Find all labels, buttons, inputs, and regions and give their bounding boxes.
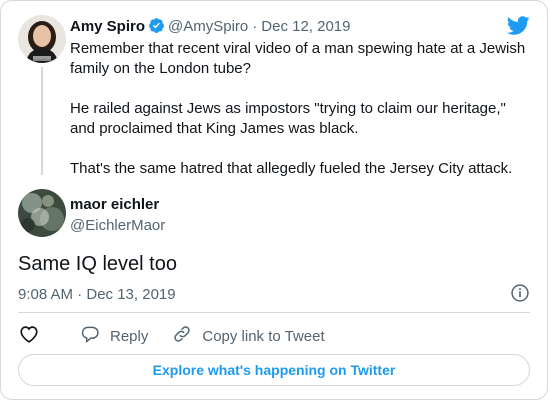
parent-tweet-text: Remember that recent viral video of a ma…	[70, 39, 530, 199]
tweet-date[interactable]: Dec 12, 2019	[261, 18, 350, 35]
embedded-tweet-card: Amy Spiro @AmySpiro · Dec 12, 2019 Remember…	[0, 0, 548, 400]
main-tweet-header: maor eichler @EichlerMaor	[70, 195, 165, 236]
verified-badge-icon	[148, 17, 165, 40]
heart-icon	[18, 323, 50, 349]
copy-link-button[interactable]: Copy link to Tweet	[172, 324, 325, 348]
info-icon[interactable]	[510, 283, 530, 308]
parent-tweet-header: Amy Spiro @AmySpiro · Dec 12, 2019	[70, 17, 351, 40]
author-name[interactable]: Amy Spiro	[70, 18, 145, 35]
reply-button[interactable]: Reply	[80, 324, 148, 348]
reply-label: Reply	[110, 327, 149, 345]
copy-link-label: Copy link to Tweet	[202, 327, 325, 345]
explore-button[interactable]: Explore what's happening on Twitter	[18, 354, 530, 386]
tweet-paragraph: Remember that recent viral video of a ma…	[70, 40, 526, 77]
reply-icon	[80, 324, 110, 348]
avatar[interactable]	[18, 15, 66, 63]
tweet-actions: Reply Copy link to Tweet	[18, 323, 349, 349]
link-icon	[172, 324, 202, 348]
avatar[interactable]	[18, 189, 66, 237]
tweet-paragraph: He railed against Jews as impostors "try…	[70, 100, 506, 137]
twitter-bird-icon[interactable]	[506, 16, 530, 40]
author-handle[interactable]: @AmySpiro	[168, 18, 248, 35]
author-name[interactable]: maor eichler	[70, 195, 165, 215]
tweet-paragraph: That's the same hatred that allegedly fu…	[70, 160, 513, 177]
thread-line	[41, 67, 43, 175]
author-handle[interactable]: @EichlerMaor	[70, 216, 165, 236]
like-button[interactable]	[18, 323, 50, 349]
tweet-timestamp[interactable]: 9:08 AM · Dec 13, 2019	[18, 285, 176, 305]
separator: ·	[252, 18, 258, 35]
main-tweet-text: Same IQ level too	[18, 253, 177, 275]
divider	[18, 312, 530, 313]
